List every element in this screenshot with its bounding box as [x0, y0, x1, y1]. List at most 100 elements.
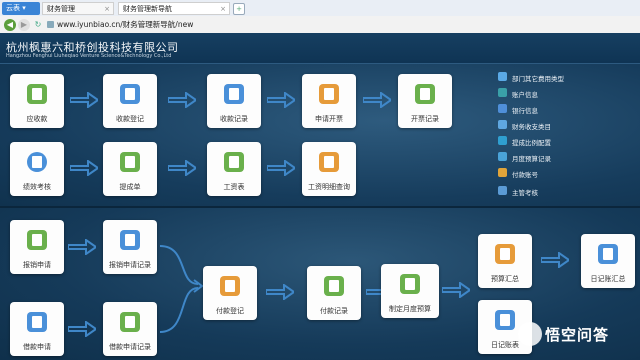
- settings-item[interactable]: 账户信息: [498, 88, 638, 100]
- form-icon: [27, 312, 47, 332]
- card-label: 报销申请: [23, 261, 51, 269]
- arrow-icon: [70, 92, 98, 108]
- settings-item-label: 银行信息: [512, 107, 538, 115]
- person-icon: [319, 84, 339, 104]
- close-icon[interactable]: ×: [104, 3, 110, 16]
- arrow-icon: [267, 160, 295, 176]
- target-icon: [27, 152, 47, 172]
- tab-finance[interactable]: 财务管理 ×: [42, 2, 114, 15]
- watermark: 悟空问答: [518, 320, 636, 350]
- card-label: 预算汇总: [491, 275, 519, 283]
- card-receivables[interactable]: 应收款: [10, 74, 64, 128]
- card-payroll[interactable]: 工资表: [207, 142, 261, 196]
- tab-bar: 云表 ▾ 财务管理 × 财务管理新导航 × +: [0, 0, 640, 16]
- card-commission[interactable]: 提成单: [103, 142, 157, 196]
- ratio-icon: [498, 136, 507, 145]
- arrow-icon: [267, 92, 295, 108]
- back-button[interactable]: ◀: [4, 19, 16, 31]
- tab-cloud[interactable]: 云表 ▾: [2, 2, 40, 15]
- card-receipt-entry[interactable]: 收款登记: [103, 74, 157, 128]
- card-label: 付款记录: [320, 307, 348, 315]
- card-label: 绩效考核: [23, 183, 51, 191]
- card-label: 收款登记: [116, 115, 144, 123]
- top-flow-panel: 应收款 收款登记 收款记录 申请开票 开票记录 绩效考核 提成单 工资表 工资明…: [0, 64, 640, 206]
- card-label: 借款申请: [23, 343, 51, 351]
- tab-label: 财务管理: [47, 5, 75, 13]
- url-field[interactable]: www.iyunbiao.cn/财务管理新导航/new: [57, 18, 193, 31]
- document-icon: [224, 84, 244, 104]
- reload-icon[interactable]: ↻: [32, 19, 44, 31]
- arrow-icon: [442, 282, 470, 298]
- records-icon: [120, 230, 140, 250]
- card-label: 付款登记: [216, 307, 244, 315]
- card-label: 工资表: [223, 183, 245, 191]
- edit-icon: [220, 276, 240, 296]
- card-invoice-records[interactable]: 开票记录: [398, 74, 452, 128]
- tab-finance-nav[interactable]: 财务管理新导航 ×: [118, 2, 230, 15]
- card-reimburse-apply[interactable]: 报销申请: [10, 220, 64, 274]
- user-check-icon: [498, 186, 507, 195]
- card-receipt-records[interactable]: 收款记录: [207, 74, 261, 128]
- settings-item-label: 主管考核: [512, 189, 538, 197]
- company-banner: 杭州枫惠六和桥创投科技有限公司 Hangzhou Fenghui Liuheqi…: [0, 33, 640, 64]
- money-icon: [224, 152, 244, 172]
- browser-chrome: 云表 ▾ 财务管理 × 财务管理新导航 × + ◀ ▶ ↻ www.iyunbiao…: [0, 0, 640, 34]
- bank-icon: [498, 104, 507, 113]
- card-loan-apply[interactable]: 借款申请: [10, 302, 64, 356]
- watermark-text: 悟空问答: [545, 326, 610, 344]
- card-label: 提成单: [119, 183, 141, 191]
- card-journal-summary[interactable]: 日记账汇总: [581, 234, 635, 288]
- card-monthly-budget[interactable]: 制定月度预算: [381, 264, 439, 318]
- download-icon: [27, 84, 47, 104]
- records-icon: [324, 276, 344, 296]
- card-payroll-detail[interactable]: 工资明细查询: [302, 142, 356, 196]
- settings-item-label: 部门其它费用类型: [512, 75, 564, 83]
- clipboard-icon: [120, 84, 140, 104]
- tab-label: 云表: [6, 4, 20, 12]
- calendar-icon: [498, 152, 507, 161]
- card-reimburse-records[interactable]: 报销申请记录: [103, 220, 157, 274]
- table-icon: [498, 72, 507, 81]
- card-label: 收款记录: [220, 115, 248, 123]
- settings-item[interactable]: 银行信息: [498, 104, 638, 116]
- arrow-icon: [168, 160, 196, 176]
- wukong-logo-icon: [518, 322, 542, 346]
- settings-item-label: 账户信息: [512, 91, 538, 99]
- card-label: 应收款: [26, 115, 48, 123]
- card-label: 开票记录: [411, 115, 439, 123]
- arrow-icon: [68, 239, 96, 255]
- arrow-icon: [70, 160, 98, 176]
- card-label: 报销申请记录: [109, 261, 151, 269]
- home-icon: [495, 244, 515, 264]
- new-tab-icon[interactable]: +: [233, 3, 245, 15]
- card-payment-records[interactable]: 付款记录: [307, 266, 361, 320]
- card-payment-entry[interactable]: 付款登记: [203, 266, 257, 320]
- arrow-icon: [266, 284, 294, 300]
- card-label: 申请开票: [315, 115, 343, 123]
- settings-item[interactable]: 月度预算记录: [498, 152, 638, 164]
- account-icon: [498, 88, 507, 97]
- settings-item[interactable]: 部门其它费用类型: [498, 72, 638, 84]
- tab-label: 财务管理新导航: [123, 5, 172, 13]
- card-label: 工资明细查询: [308, 183, 350, 191]
- wallet-icon: [498, 168, 507, 177]
- settings-item[interactable]: 付款账号: [498, 168, 638, 180]
- settings-item[interactable]: 提成比例配置: [498, 136, 638, 148]
- card-label: 借款申请记录: [109, 343, 151, 351]
- search-doc-icon: [319, 152, 339, 172]
- card-invoice-apply[interactable]: 申请开票: [302, 74, 356, 128]
- forward-button[interactable]: ▶: [18, 19, 30, 31]
- card-budget-summary[interactable]: 预算汇总: [478, 234, 532, 288]
- records-icon: [120, 312, 140, 332]
- close-icon[interactable]: ×: [220, 3, 226, 16]
- settings-item-label: 财务收支类目: [512, 123, 551, 131]
- company-name-en: Hangzhou Fenghui Liuheqiao Venture Scien…: [6, 53, 172, 59]
- settings-item[interactable]: 财务收支类目: [498, 120, 638, 132]
- category-icon: [498, 120, 507, 129]
- card-performance[interactable]: 绩效考核: [10, 142, 64, 196]
- connector-arrow-icon: [159, 245, 204, 333]
- settings-item[interactable]: 主管考核: [498, 186, 638, 198]
- arrow-icon: [363, 92, 391, 108]
- card-loan-records[interactable]: 借款申请记录: [103, 302, 157, 356]
- arrow-icon: [68, 321, 96, 337]
